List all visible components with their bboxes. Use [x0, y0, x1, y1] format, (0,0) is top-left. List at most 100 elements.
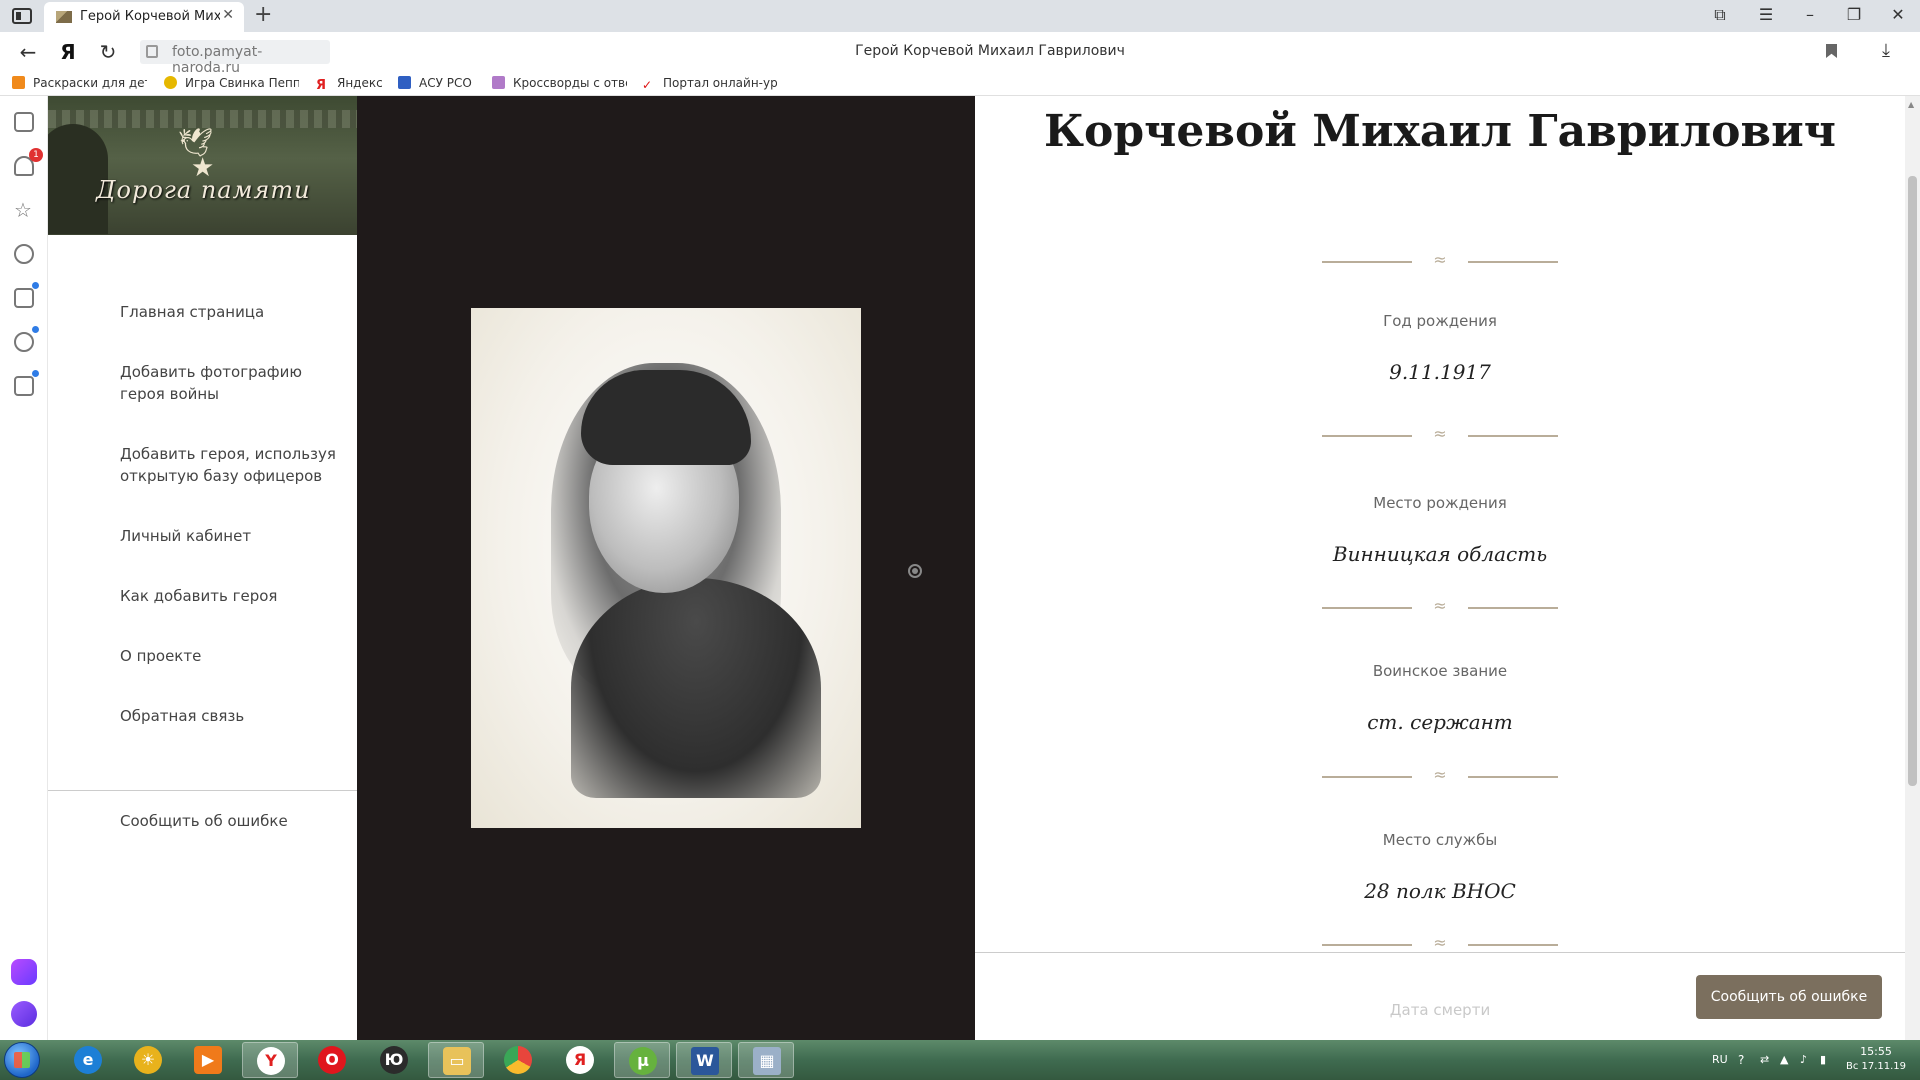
clock-time[interactable]: 15:55: [1846, 1045, 1906, 1058]
yandex-icon: Я: [566, 1046, 594, 1074]
internet-explorer-icon: e: [74, 1046, 102, 1074]
lock-icon: [146, 45, 158, 58]
apps-grid-icon[interactable]: [14, 112, 34, 132]
ornament-divider: ≈: [1322, 765, 1558, 784]
menu-item-add-hero-officers[interactable]: Добавить героя, используя открытую базу …: [120, 443, 340, 487]
utorrent-icon: µ: [629, 1047, 657, 1075]
field-value-rank: ст. сержант: [1367, 710, 1513, 734]
hero-name: Корчевой Михаил Гаврилович: [1044, 106, 1836, 157]
sync-icon[interactable]: ⇄: [1760, 1053, 1769, 1066]
bookmark-item[interactable]: ✓Портал онлайн-уроков: [642, 76, 777, 92]
browser-tab[interactable]: Герой Корчевой Михаил Гаврилович ✕: [44, 2, 244, 32]
ornament-divider: ≈: [1322, 596, 1558, 615]
hero-photo[interactable]: [471, 308, 861, 828]
yandex-icon: Я: [316, 79, 329, 92]
taskbar-app[interactable]: ▦: [738, 1042, 794, 1078]
menu-item-feedback[interactable]: Обратная связь: [120, 705, 340, 727]
bookmarks-panel-icon[interactable]: ⧉: [1706, 5, 1734, 25]
taskbar-app[interactable]: ▶: [180, 1042, 236, 1078]
chrome-icon: [504, 1046, 532, 1074]
taskbar-app[interactable]: Я: [552, 1042, 608, 1078]
checkmark-icon: ✓: [642, 79, 655, 92]
new-tab-icon[interactable]: +: [254, 2, 272, 27]
search-page-icon[interactable]: [14, 376, 34, 396]
menu-item-how-to-add[interactable]: Как добавить героя: [120, 585, 340, 607]
portrait-uniform: [571, 578, 821, 798]
bookmark-item[interactable]: Раскраски для детей: [12, 76, 147, 90]
zen-feed-icon[interactable]: [14, 288, 34, 308]
bookmark-item[interactable]: Игра Свинка Пеппа: [164, 76, 299, 90]
site-favicon-icon: [56, 11, 72, 23]
menu-item-about[interactable]: О проекте: [120, 645, 340, 667]
history-clock-icon[interactable]: [14, 244, 34, 264]
speaker-icon[interactable]: ♪: [1800, 1053, 1807, 1066]
menu-icon[interactable]: ☰: [1752, 5, 1780, 24]
yandex-logo-icon[interactable]: Я: [54, 40, 82, 64]
taskbar-app[interactable]: ▭: [428, 1042, 484, 1078]
menu-item-home[interactable]: Главная страница: [120, 301, 340, 323]
site-logo[interactable]: 🕊 ★ Дорога памяти: [48, 96, 357, 235]
field-label-birth-year: Год рождения: [1383, 312, 1497, 330]
field-value-birth-year: 9.11.1917: [1389, 360, 1491, 384]
ornament-divider: ≈: [1322, 424, 1558, 443]
network-signal-icon[interactable]: ▮: [1820, 1053, 1826, 1066]
notification-badge: 1: [29, 148, 43, 162]
tab-title: Герой Корчевой Михаил Гаврилович: [80, 9, 220, 24]
ornament-divider: ≈: [1322, 933, 1558, 952]
field-label-service: Место службы: [1382, 831, 1498, 849]
tray-expand-icon[interactable]: ▲: [1780, 1053, 1788, 1066]
new-indicator-dot: [32, 282, 39, 289]
page-title: Герой Корчевой Михаил Гаврилович: [855, 43, 1125, 59]
menu-item-report-error[interactable]: Сообщить об ошибке: [120, 812, 288, 830]
taskbar-app[interactable]: W: [676, 1042, 732, 1078]
address-bar: ← Я ↻ foto.pamyat-naroda.ru Герой Корчев…: [0, 32, 1920, 76]
play-icon[interactable]: [14, 332, 34, 352]
back-arrow-icon[interactable]: ←: [14, 40, 42, 64]
media-player-icon: ▶: [194, 1046, 222, 1074]
close-tab-icon[interactable]: ✕: [222, 7, 234, 23]
gallery-dot-icon[interactable]: [908, 564, 922, 578]
scroll-up-icon[interactable]: ▲: [1908, 100, 1914, 109]
menu-divider: [48, 790, 357, 791]
scroll-thumb[interactable]: [1908, 176, 1917, 786]
bookmark-icon[interactable]: [1826, 44, 1837, 58]
taskbar-app[interactable]: O: [304, 1042, 360, 1078]
opera-icon: O: [318, 1046, 346, 1074]
sidebar-toggle-icon[interactable]: [12, 8, 32, 24]
report-error-button[interactable]: Сообщить об ошибке: [1696, 975, 1882, 1019]
word-icon: W: [691, 1047, 719, 1075]
help-icon[interactable]: ?: [1738, 1053, 1744, 1067]
ornament-flourish-icon: ≈: [1433, 765, 1447, 784]
taskbar-app[interactable]: e: [60, 1042, 116, 1078]
taskbar-app[interactable]: Ю: [366, 1042, 422, 1078]
reload-icon[interactable]: ↻: [94, 40, 122, 64]
menu-item-account[interactable]: Личный кабинет: [120, 525, 340, 547]
language-indicator[interactable]: RU: [1712, 1053, 1728, 1066]
file-explorer-icon: ▭: [443, 1047, 471, 1075]
start-button-icon[interactable]: [4, 1042, 40, 1078]
url-field[interactable]: foto.pamyat-naroda.ru: [140, 40, 330, 76]
taskbar-app[interactable]: ☀: [120, 1042, 176, 1078]
taskbar-app[interactable]: [490, 1042, 546, 1078]
bookmark-item[interactable]: АСУ РСО: [398, 76, 483, 90]
taskbar-app[interactable]: µ: [614, 1042, 670, 1078]
alice-app-icon[interactable]: [11, 959, 37, 985]
calculator-icon: ▦: [753, 1047, 781, 1075]
star-icon[interactable]: ☆: [14, 200, 34, 220]
menu-item-add-photo[interactable]: Добавить фотографию героя войны: [120, 361, 340, 405]
download-icon[interactable]: ⤓: [1882, 40, 1890, 61]
field-value-service: 28 полк ВНОС: [1364, 879, 1516, 903]
bookmark-item[interactable]: Я Яндекс: [316, 76, 391, 92]
yandex-browser-icon: Y: [257, 1047, 285, 1075]
window-close-icon[interactable]: ✕: [1884, 5, 1912, 24]
restore-icon[interactable]: ❐: [1840, 5, 1868, 24]
ornament-flourish-icon: ≈: [1433, 933, 1447, 952]
bookmark-icon: [12, 76, 25, 89]
logo-text: Дорога памяти: [96, 176, 311, 204]
minimize-icon[interactable]: –: [1796, 5, 1824, 24]
clock-date[interactable]: Вс 17.11.19: [1836, 1061, 1916, 1072]
page-scrollbar[interactable]: ▲: [1905, 96, 1920, 1040]
bookmark-item[interactable]: Кроссворды с ответами: [492, 76, 627, 90]
alice-voice-icon[interactable]: [11, 1001, 37, 1027]
taskbar-app[interactable]: Y: [242, 1042, 298, 1078]
